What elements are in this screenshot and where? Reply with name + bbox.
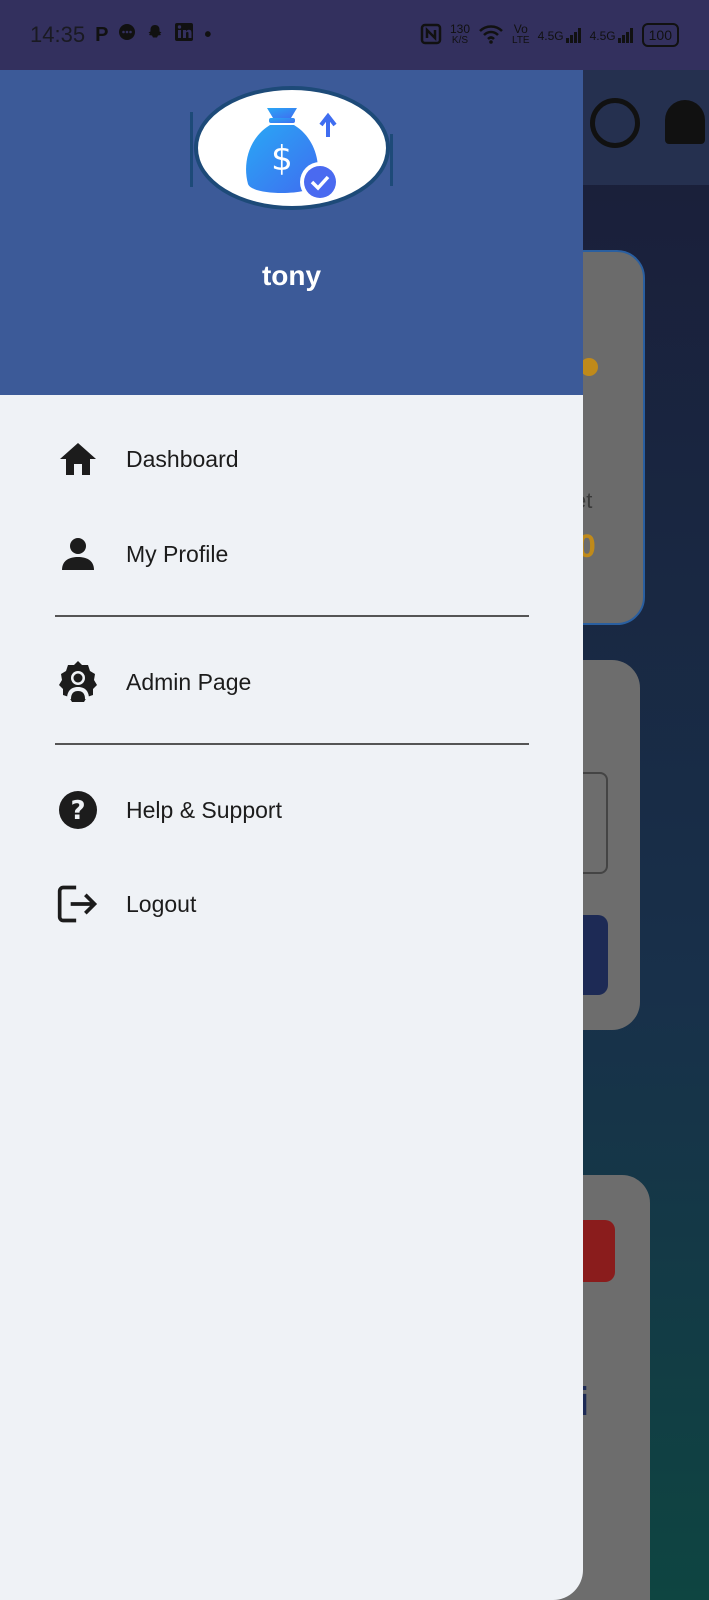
- help-circle-icon: ?: [56, 788, 100, 832]
- signal-2-label: 4.5G: [589, 29, 616, 43]
- menu-item-admin-page[interactable]: Admin Page: [0, 642, 583, 722]
- snapchat-icon: [146, 23, 164, 47]
- menu-label-help-support: Help & Support: [126, 796, 282, 823]
- menu-item-help-support[interactable]: ? Help & Support: [0, 770, 583, 850]
- money-bag-icon: $: [246, 108, 340, 202]
- menu-label-admin-page: Admin Page: [126, 668, 252, 695]
- signal-1-label: 4.5G: [537, 29, 564, 43]
- app-logo: $: [190, 86, 393, 214]
- nfc-icon: [420, 23, 442, 48]
- menu-item-logout[interactable]: Logout: [0, 864, 583, 944]
- navigation-drawer: $ tony Dashboard My Profile Admin Page ?…: [0, 70, 583, 1600]
- logo-bracket-left: [190, 112, 193, 187]
- svg-text:?: ?: [70, 796, 85, 826]
- net-speed: 130 K/S: [449, 22, 470, 46]
- p-app-icon: P: [95, 23, 109, 46]
- chat-icon: [118, 23, 136, 47]
- bell-icon[interactable]: [665, 100, 705, 144]
- signal-1: 4.5G: [538, 27, 582, 43]
- signal-2: 4.5G: [590, 27, 634, 43]
- user-name: tony: [261, 260, 322, 291]
- menu-label-logout: Logout: [126, 890, 197, 917]
- menu-item-my-profile[interactable]: My Profile: [0, 514, 583, 594]
- logout-icon: [56, 882, 100, 926]
- status-bar: 14:35 P • 130 K/S Vo LTE 4.5G 4.5G 100: [0, 0, 709, 70]
- status-right: 130 K/S Vo LTE 4.5G 4.5G 100: [420, 23, 679, 48]
- battery-indicator: 100: [641, 23, 679, 47]
- menu-item-dashboard[interactable]: Dashboard: [0, 419, 583, 499]
- sync-icon[interactable]: [590, 98, 640, 148]
- svg-text:$: $: [271, 139, 293, 179]
- drawer-header: $ tony: [0, 70, 583, 395]
- notification-dot: •: [204, 23, 212, 46]
- home-icon: [56, 437, 100, 481]
- menu-label-dashboard: Dashboard: [126, 445, 239, 472]
- volte-bottom: LTE: [512, 35, 530, 46]
- net-speed-unit: K/S: [451, 35, 469, 46]
- net-speed-value: 130: [449, 22, 470, 36]
- admin-gear-icon: [56, 660, 100, 704]
- volte-indicator: Vo LTE: [512, 22, 530, 46]
- wifi-icon: [478, 23, 504, 48]
- linkedin-icon: [174, 22, 194, 48]
- volte-top: Vo: [513, 22, 528, 36]
- person-icon: [56, 532, 100, 576]
- menu-divider-1: [55, 615, 529, 617]
- status-time: 14:35: [30, 22, 86, 47]
- menu-divider-2: [55, 743, 529, 745]
- menu-label-my-profile: My Profile: [126, 540, 229, 567]
- logo-bracket-right: [390, 134, 393, 186]
